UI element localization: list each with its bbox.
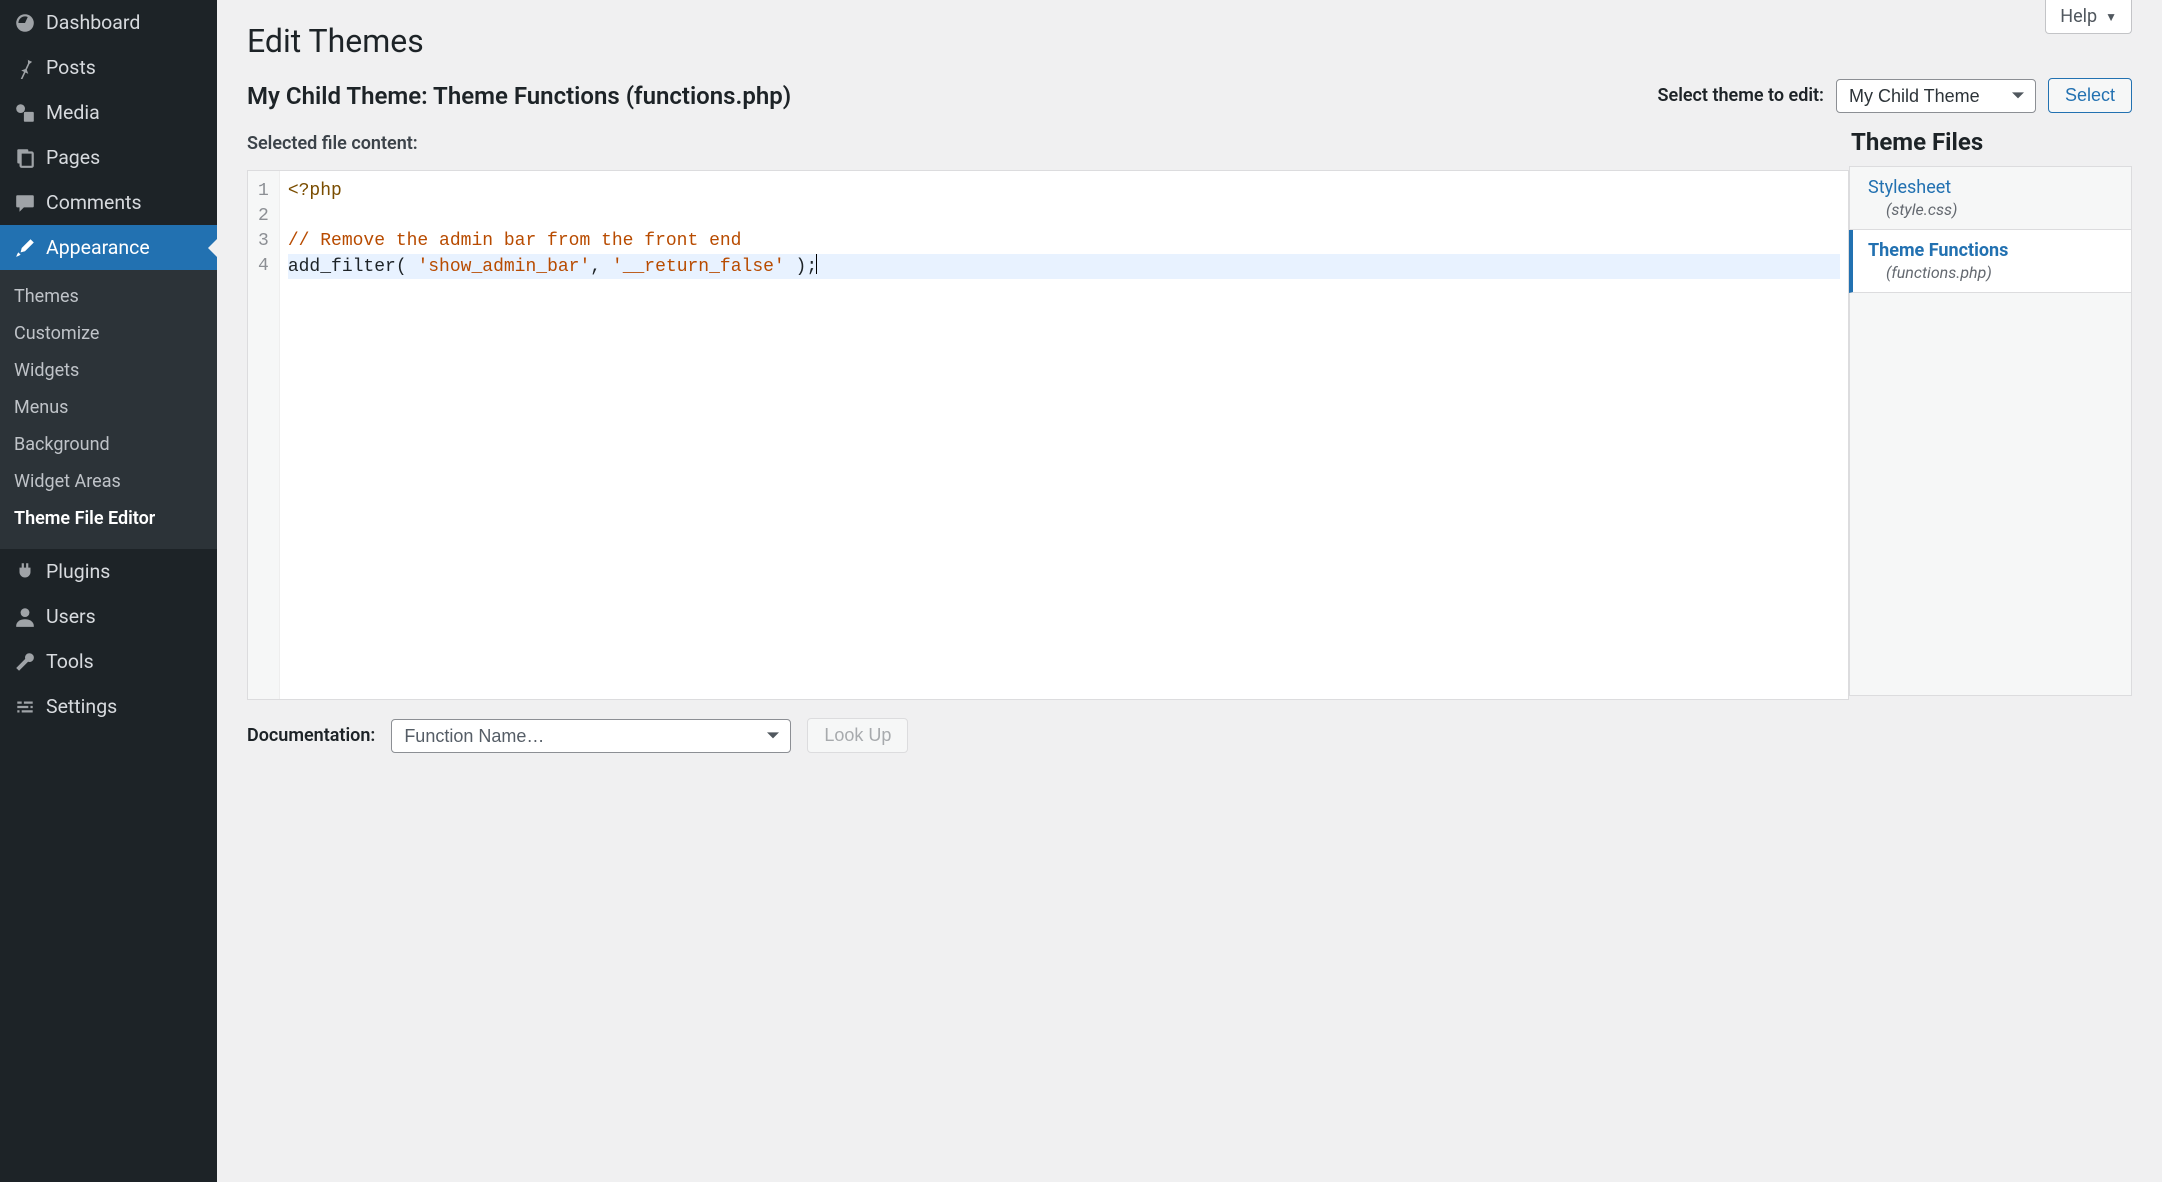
submenu-item-themes[interactable]: Themes	[0, 278, 217, 315]
help-tab-label: Help	[2060, 6, 2097, 27]
sidebar-item-label: Appearance	[46, 236, 150, 259]
chevron-down-icon: ▼	[2105, 10, 2117, 24]
theme-select-label: Select theme to edit:	[1658, 85, 1824, 106]
sidebar-item-settings[interactable]: Settings	[0, 684, 217, 729]
file-item-theme-functions[interactable]: Theme Functions (functions.php)	[1849, 230, 2131, 293]
code-line: // Remove the admin bar from the front e…	[288, 229, 1840, 254]
theme-select-group: Select theme to edit: My Child Theme Sel…	[1658, 78, 2132, 113]
pin-icon	[14, 57, 36, 79]
submenu-item-widgets[interactable]: Widgets	[0, 352, 217, 389]
line-number: 3	[258, 229, 269, 254]
header-row: My Child Theme: Theme Functions (functio…	[247, 78, 2132, 113]
editing-heading: My Child Theme: Theme Functions (functio…	[247, 82, 791, 110]
sidebar-item-label: Tools	[46, 650, 94, 673]
submenu-item-background[interactable]: Background	[0, 426, 217, 463]
sidebar-item-label: Media	[46, 101, 100, 124]
file-item-stylesheet[interactable]: Stylesheet (style.css)	[1850, 167, 2131, 230]
sidebar-item-comments[interactable]: Comments	[0, 180, 217, 225]
line-gutter: 1 2 3 4	[248, 171, 280, 699]
file-path: (functions.php)	[1868, 263, 2113, 282]
lookup-button[interactable]: Look Up	[807, 718, 908, 753]
file-path: (style.css)	[1868, 200, 2113, 219]
editor-row: 1 2 3 4 <?php // Remove the admin bar fr…	[247, 170, 2132, 700]
theme-files-list: Stylesheet (style.css) Theme Functions (…	[1849, 166, 2132, 696]
sidebar-item-plugins[interactable]: Plugins	[0, 549, 217, 594]
sidebar-item-label: Settings	[46, 695, 117, 718]
file-name: Theme Functions	[1868, 240, 2113, 261]
appearance-submenu: Themes Customize Widgets Menus Backgroun…	[0, 270, 217, 549]
theme-files-heading: Theme Files	[1849, 128, 2132, 156]
media-icon	[14, 102, 36, 124]
theme-select[interactable]: My Child Theme	[1836, 79, 2036, 113]
code-editor[interactable]: 1 2 3 4 <?php // Remove the admin bar fr…	[247, 170, 1849, 700]
code-area[interactable]: <?php // Remove the admin bar from the f…	[280, 171, 1848, 699]
sidebar-item-pages[interactable]: Pages	[0, 135, 217, 180]
admin-sidebar: Dashboard Posts Media Pages Comments App…	[0, 0, 217, 1182]
select-button[interactable]: Select	[2048, 78, 2132, 113]
submenu-item-theme-file-editor[interactable]: Theme File Editor	[0, 500, 217, 537]
code-line: <?php	[288, 179, 1840, 204]
sidebar-item-label: Posts	[46, 56, 96, 79]
sidebar-item-label: Dashboard	[46, 11, 140, 34]
submenu-item-menus[interactable]: Menus	[0, 389, 217, 426]
pages-icon	[14, 147, 36, 169]
documentation-label: Documentation:	[247, 725, 375, 746]
documentation-row: Documentation: Function Name… Look Up	[247, 718, 2132, 753]
user-icon	[14, 606, 36, 628]
documentation-select[interactable]: Function Name…	[391, 719, 791, 753]
sidebar-item-tools[interactable]: Tools	[0, 639, 217, 684]
sidebar-item-dashboard[interactable]: Dashboard	[0, 0, 217, 45]
sliders-icon	[14, 696, 36, 718]
sidebar-item-label: Users	[46, 605, 96, 628]
line-number: 4	[258, 254, 269, 279]
sidebar-item-media[interactable]: Media	[0, 90, 217, 135]
brush-icon	[14, 237, 36, 259]
file-name: Stylesheet	[1868, 177, 2113, 198]
sidebar-item-appearance[interactable]: Appearance	[0, 225, 217, 270]
submenu-item-widget-areas[interactable]: Widget Areas	[0, 463, 217, 500]
code-line: add_filter( 'show_admin_bar', '__return_…	[288, 254, 1840, 279]
line-number: 2	[258, 204, 269, 229]
sidebar-item-posts[interactable]: Posts	[0, 45, 217, 90]
main-content: Help ▼ Edit Themes My Child Theme: Theme…	[217, 0, 2162, 1182]
help-tab[interactable]: Help ▼	[2045, 0, 2132, 34]
theme-files-panel: Theme Files Stylesheet (style.css) Theme…	[1849, 170, 2132, 696]
wrench-icon	[14, 651, 36, 673]
comment-icon	[14, 192, 36, 214]
sidebar-item-label: Comments	[46, 191, 142, 214]
sidebar-item-label: Pages	[46, 146, 100, 169]
plug-icon	[14, 561, 36, 583]
submenu-item-customize[interactable]: Customize	[0, 315, 217, 352]
dashboard-icon	[14, 12, 36, 34]
line-number: 1	[258, 179, 269, 204]
sidebar-item-users[interactable]: Users	[0, 594, 217, 639]
page-title: Edit Themes	[247, 0, 2132, 78]
code-line	[288, 204, 1840, 229]
sidebar-item-label: Plugins	[46, 560, 110, 583]
